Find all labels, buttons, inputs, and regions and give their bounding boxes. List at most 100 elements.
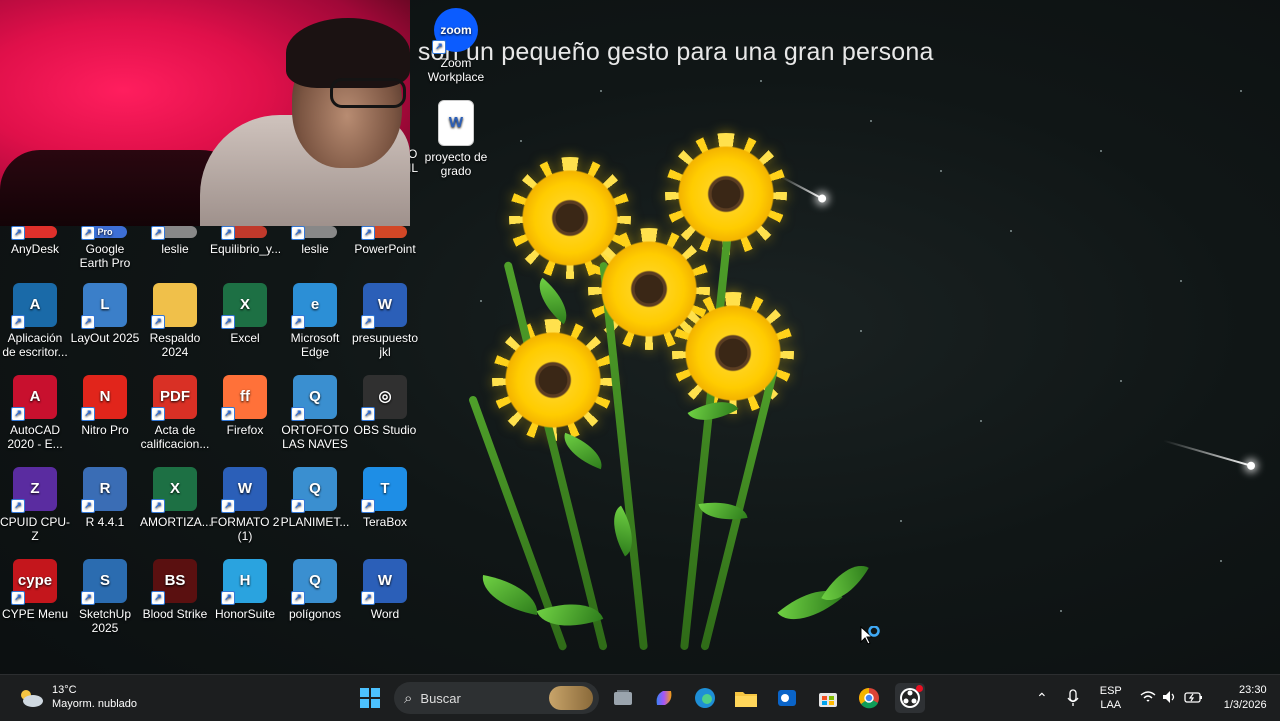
taskbar-store[interactable] bbox=[813, 683, 843, 713]
desktop-icon-google-earth-pro[interactable]: Pro ↗ Google Earth Pro bbox=[70, 226, 140, 270]
desktop-icon-presupuesto-jkl[interactable]: W ↗ presupuesto jkl bbox=[350, 283, 420, 359]
desktop-icon-amortiza[interactable]: X ↗ AMORTIZA... bbox=[140, 467, 212, 529]
desktop-icon-nitro-pro[interactable]: N ↗ Nitro Pro bbox=[70, 375, 140, 437]
planimet-icon: Q ↗ bbox=[291, 467, 337, 513]
icon-badge: Z bbox=[30, 480, 40, 497]
desktop-icon-microsoft-edge[interactable]: e ↗ Microsoft Edge bbox=[280, 283, 350, 359]
desktop-icon-honorsuite[interactable]: H ↗ HonorSuite bbox=[210, 559, 280, 621]
desktop-icon-r-4-4-1[interactable]: R ↗ R 4.4.1 bbox=[70, 467, 140, 529]
desktop-icon-anydesk[interactable]: ↗ AnyDesk bbox=[0, 226, 70, 256]
icon-badge: ◎ bbox=[378, 388, 392, 405]
desktop-icon-leslie[interactable]: ↗ leslie bbox=[140, 226, 210, 256]
task-view-button[interactable] bbox=[608, 683, 638, 713]
taskbar: 13°C Mayorm. nublado ⌕ Buscar ⌃ ESP LAA … bbox=[0, 674, 1280, 721]
equilibrio-y-icon: ↗ bbox=[221, 226, 267, 240]
taskbar-edge[interactable] bbox=[690, 683, 720, 713]
shortcut-arrow-icon: ↗ bbox=[291, 315, 305, 329]
taskbar-file-explorer[interactable] bbox=[731, 683, 761, 713]
desktop-icon-cype-menu[interactable]: cype ↗ CYPE Menu bbox=[0, 559, 70, 621]
icon-badge: W bbox=[377, 572, 393, 589]
powerpoint-icon: ↗ bbox=[361, 226, 407, 240]
weather-temperature: 13°C bbox=[52, 684, 77, 696]
shortcut-arrow-icon: ↗ bbox=[11, 407, 25, 421]
presupuesto-jkl-icon: W ↗ bbox=[361, 283, 407, 329]
search-highlight-image bbox=[549, 686, 593, 710]
battery-charging-icon[interactable] bbox=[1184, 690, 1204, 707]
desktop-icon-label: Nitro Pro bbox=[81, 423, 129, 437]
desktop-icon-terabox[interactable]: T ↗ TeraBox bbox=[350, 467, 420, 529]
desktop-icon-pol-gonos[interactable]: Q ↗ polígonos bbox=[280, 559, 350, 621]
desktop-icon-cpuid-cpu-z[interactable]: Z ↗ CPUID CPU-Z bbox=[0, 467, 70, 543]
shortcut-arrow-icon: ↗ bbox=[11, 499, 25, 513]
desktop-icon-label: proyecto de grado bbox=[424, 150, 488, 178]
taskbar-search-box[interactable]: ⌕ Buscar bbox=[394, 682, 599, 714]
desktop-icon-respaldo-2024[interactable]: ↗ Respaldo 2024 bbox=[140, 283, 210, 359]
store-icon bbox=[819, 693, 837, 707]
shortcut-arrow-icon: ↗ bbox=[151, 591, 165, 605]
desktop-icon-planimet[interactable]: Q ↗ PLANIMET... bbox=[280, 467, 350, 529]
taskbar-chrome[interactable] bbox=[854, 683, 884, 713]
icon-badge: Pro bbox=[97, 227, 113, 237]
shortcut-arrow-icon: ↗ bbox=[361, 499, 375, 513]
zoom-icon-badge: zoom bbox=[440, 23, 472, 37]
desktop-icon-leslie[interactable]: ↗ leslie bbox=[280, 226, 350, 256]
shortcut-arrow-icon: ↗ bbox=[221, 499, 235, 513]
r-4-4-1-icon: R ↗ bbox=[81, 467, 127, 513]
show-hidden-icons-chevron-icon[interactable]: ⌃ bbox=[1036, 690, 1048, 707]
shortcut-arrow-icon: ↗ bbox=[151, 315, 165, 329]
desktop-icon-acta-de-calificacion[interactable]: PDF ↗ Acta de calificacion... bbox=[140, 375, 210, 451]
desktop-icon-firefox[interactable]: ff ↗ Firefox bbox=[210, 375, 280, 437]
anydesk-icon: ↗ bbox=[11, 226, 57, 240]
desktop-icon-word[interactable]: W ↗ Word bbox=[350, 559, 420, 621]
leslie-icon: ↗ bbox=[151, 226, 197, 240]
desktop-icon-label: Acta de calificacion... bbox=[140, 423, 210, 451]
desktop-icon-sketchup-2025[interactable]: S ↗ SketchUp 2025 bbox=[70, 559, 140, 635]
icon-badge: cype bbox=[17, 572, 53, 589]
shortcut-arrow-icon: ↗ bbox=[11, 315, 25, 329]
desktop-icon-zoom[interactable]: zoom ↗ Zoom Workplace bbox=[421, 8, 491, 84]
icon-badge: S bbox=[99, 572, 110, 589]
shortcut-arrow-icon: ↗ bbox=[11, 591, 25, 605]
shortcut-arrow-icon: ↗ bbox=[291, 407, 305, 421]
clock[interactable]: 23:30 1/3/2026 bbox=[1224, 683, 1267, 713]
taskbar-obs-studio[interactable] bbox=[895, 683, 925, 713]
edge-icon bbox=[695, 688, 715, 708]
microphone-icon[interactable] bbox=[1066, 689, 1080, 707]
language-indicator[interactable]: ESP LAA bbox=[1100, 684, 1122, 712]
desktop-icon-powerpoint[interactable]: ↗ PowerPoint bbox=[350, 226, 420, 256]
desktop-icon-obs-studio[interactable]: ◎ ↗ OBS Studio bbox=[350, 375, 420, 437]
taskbar-outlook[interactable] bbox=[772, 683, 802, 713]
desktop-icon-label: PLANIMET... bbox=[280, 515, 350, 529]
desktop-icon-aplicaci-n-de-escritor[interactable]: A ↗ Aplicación de escritor... bbox=[0, 283, 70, 359]
layout-2025-icon: L ↗ bbox=[81, 283, 127, 329]
clock-time: 23:30 bbox=[1239, 684, 1267, 696]
desktop-icon-label: TeraBox bbox=[362, 515, 408, 529]
desktop-icon-label: Word bbox=[370, 607, 400, 621]
icon-badge: X bbox=[169, 480, 180, 497]
desktop-icon-formato-2-1[interactable]: W ↗ FORMATO 2 (1) bbox=[210, 467, 280, 543]
desktop-icon-label: CYPE Menu bbox=[1, 607, 69, 621]
start-button[interactable] bbox=[355, 683, 385, 713]
windows-logo-icon bbox=[360, 688, 380, 708]
shortcut-arrow-icon: ↗ bbox=[291, 499, 305, 513]
weather-widget[interactable]: 13°C Mayorm. nublado bbox=[16, 683, 137, 711]
desktop-icon-blood-strike[interactable]: BS ↗ Blood Strike bbox=[140, 559, 210, 621]
task-view-icon bbox=[614, 690, 632, 705]
shortcut-arrow-icon: ↗ bbox=[221, 591, 235, 605]
shortcut-arrow-icon: ↗ bbox=[81, 499, 95, 513]
desktop-icon-excel[interactable]: X ↗ Excel bbox=[210, 283, 280, 345]
desktop-icon-layout-2025[interactable]: L ↗ LayOut 2025 bbox=[70, 283, 140, 345]
google-earth-pro-icon: Pro ↗ bbox=[81, 226, 127, 240]
desktop-icon-autocad-2020-e[interactable]: A ↗ AutoCAD 2020 - E... bbox=[0, 375, 70, 451]
desktop-icon-label: SketchUp 2025 bbox=[78, 607, 132, 635]
webcam-overlay bbox=[0, 0, 410, 226]
volume-icon[interactable] bbox=[1162, 690, 1178, 707]
wifi-icon[interactable] bbox=[1140, 690, 1156, 707]
shortcut-arrow-icon: ↗ bbox=[432, 40, 446, 54]
desktop-icon-equilibrio-y[interactable]: ↗ Equilibrio_y... bbox=[210, 226, 281, 256]
desktop-icon-ortofoto-las-naves[interactable]: Q ↗ ORTOFOTO LAS NAVES bbox=[280, 375, 350, 451]
desktop-icon-label: Google Earth Pro bbox=[79, 242, 131, 270]
taskbar-copilot[interactable] bbox=[649, 683, 679, 713]
search-icon: ⌕ bbox=[404, 689, 413, 707]
desktop-icon-proyecto-de-grado[interactable]: W proyecto de grado bbox=[421, 100, 491, 178]
